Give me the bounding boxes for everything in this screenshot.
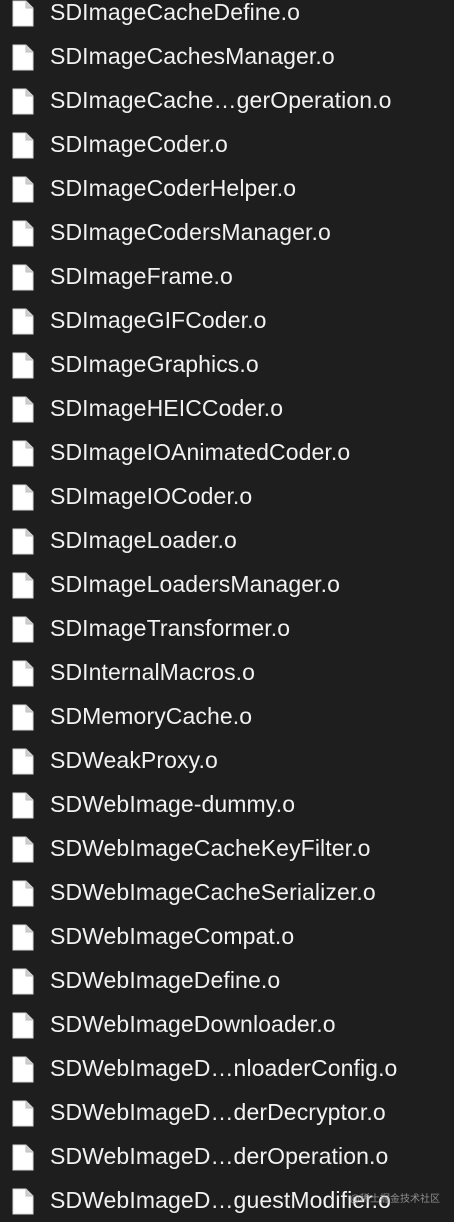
document-icon bbox=[12, 132, 34, 159]
file-name: SDInternalMacros.o bbox=[50, 659, 256, 685]
file-row[interactable]: SDImageIOCoder.o bbox=[0, 474, 454, 518]
document-icon bbox=[12, 176, 34, 203]
document-icon bbox=[12, 792, 34, 819]
document-icon bbox=[12, 748, 34, 775]
file-row[interactable]: SDImageCache…gerOperation.o bbox=[0, 78, 454, 122]
file-row[interactable]: SDImageGraphics.o bbox=[0, 342, 454, 386]
file-name: SDImageGraphics.o bbox=[50, 351, 259, 377]
file-row[interactable]: SDInternalMacros.o bbox=[0, 650, 454, 694]
file-row[interactable]: SDWebImageD…derOperation.o bbox=[0, 1134, 454, 1178]
document-icon bbox=[12, 440, 34, 467]
document-icon bbox=[12, 968, 34, 995]
file-row[interactable]: SDImageCodersManager.o bbox=[0, 210, 454, 254]
file-name: SDMemoryCache.o bbox=[50, 703, 253, 729]
file-row[interactable]: SDWebImageDefine.o bbox=[0, 958, 454, 1002]
file-name: SDImageLoadersManager.o bbox=[50, 571, 340, 597]
document-icon bbox=[12, 880, 34, 907]
file-row[interactable]: SDMemoryCache.o bbox=[0, 694, 454, 738]
file-row[interactable]: SDWebImageD…derDecryptor.o bbox=[0, 1090, 454, 1134]
file-name: SDWebImageDefine.o bbox=[50, 967, 281, 993]
file-name: SDImageFrame.o bbox=[50, 263, 233, 289]
file-row[interactable]: SDWeakProxy.o bbox=[0, 738, 454, 782]
file-name: SDImageHEICCoder.o bbox=[50, 395, 284, 421]
file-name: SDImageGIFCoder.o bbox=[50, 307, 267, 333]
document-icon bbox=[12, 1100, 34, 1127]
file-name: SDImageCacheDefine.o bbox=[50, 0, 301, 25]
document-icon bbox=[12, 836, 34, 863]
file-row[interactable]: SDImageIOAnimatedCoder.o bbox=[0, 430, 454, 474]
document-icon bbox=[12, 88, 34, 115]
file-name: SDWebImageD…derDecryptor.o bbox=[50, 1099, 386, 1125]
document-icon bbox=[12, 1144, 34, 1171]
file-list: SDImageCacheDefine.o SDImageCachesManager… bbox=[0, 0, 454, 1222]
file-row[interactable]: SDWebImageD…nloaderConfig.o bbox=[0, 1046, 454, 1090]
file-name: SDImageCoder.o bbox=[50, 131, 228, 157]
document-icon bbox=[12, 44, 34, 71]
file-row[interactable]: SDWebImageCacheSerializer.o bbox=[0, 870, 454, 914]
document-icon bbox=[12, 484, 34, 511]
file-name: SDImageCoderHelper.o bbox=[50, 175, 297, 201]
document-icon bbox=[12, 528, 34, 555]
file-row[interactable]: SDImageCacheDefine.o bbox=[0, 0, 454, 34]
document-icon bbox=[12, 572, 34, 599]
file-name: SDWebImageD…derOperation.o bbox=[50, 1143, 389, 1169]
file-row[interactable]: SDImageTransformer.o bbox=[0, 606, 454, 650]
file-name: SDWebImageCompat.o bbox=[50, 923, 295, 949]
document-icon bbox=[12, 1188, 34, 1215]
document-icon bbox=[12, 616, 34, 643]
file-name: SDImageTransformer.o bbox=[50, 615, 291, 641]
file-row[interactable]: SDImageCoderHelper.o bbox=[0, 166, 454, 210]
file-name: SDWeakProxy.o bbox=[50, 747, 218, 773]
document-icon bbox=[12, 924, 34, 951]
file-name: SDWebImageDownloader.o bbox=[50, 1011, 336, 1037]
file-name: SDWebImageCacheKeyFilter.o bbox=[50, 835, 371, 861]
file-row[interactable]: SDImageFrame.o bbox=[0, 254, 454, 298]
document-icon bbox=[12, 704, 34, 731]
file-name: SDImageCodersManager.o bbox=[50, 219, 331, 245]
document-icon bbox=[12, 352, 34, 379]
file-row[interactable]: SDImageCoder.o bbox=[0, 122, 454, 166]
file-name: SDImageIOCoder.o bbox=[50, 483, 253, 509]
file-row[interactable]: SDWebImageDownloader.o bbox=[0, 1002, 454, 1046]
file-row[interactable]: SDWebImage-dummy.o bbox=[0, 782, 454, 826]
watermark: @稀土掘金技术社区 bbox=[349, 1194, 440, 1205]
file-name: SDImageIOAnimatedCoder.o bbox=[50, 439, 351, 465]
file-row[interactable]: SDWebImageCompat.o bbox=[0, 914, 454, 958]
file-name: SDWebImageCacheSerializer.o bbox=[50, 879, 376, 905]
file-row[interactable]: SDImageCachesManager.o bbox=[0, 34, 454, 78]
document-icon bbox=[12, 1056, 34, 1083]
file-name: SDImageCachesManager.o bbox=[50, 43, 335, 69]
file-name: SDWebImage-dummy.o bbox=[50, 791, 296, 817]
document-icon bbox=[12, 264, 34, 291]
file-row[interactable]: SDWebImageCacheKeyFilter.o bbox=[0, 826, 454, 870]
file-name: SDImageLoader.o bbox=[50, 527, 237, 553]
file-name: SDImageCache…gerOperation.o bbox=[50, 87, 392, 113]
file-row[interactable]: SDImageLoadersManager.o bbox=[0, 562, 454, 606]
document-icon bbox=[12, 0, 34, 27]
file-row[interactable]: SDImageGIFCoder.o bbox=[0, 298, 454, 342]
file-row[interactable]: SDImageLoader.o bbox=[0, 518, 454, 562]
document-icon bbox=[12, 660, 34, 687]
document-icon bbox=[12, 308, 34, 335]
document-icon bbox=[12, 1012, 34, 1039]
document-icon bbox=[12, 220, 34, 247]
file-name: SDWebImageD…nloaderConfig.o bbox=[50, 1055, 398, 1081]
document-icon bbox=[12, 396, 34, 423]
file-row[interactable]: SDImageHEICCoder.o bbox=[0, 386, 454, 430]
